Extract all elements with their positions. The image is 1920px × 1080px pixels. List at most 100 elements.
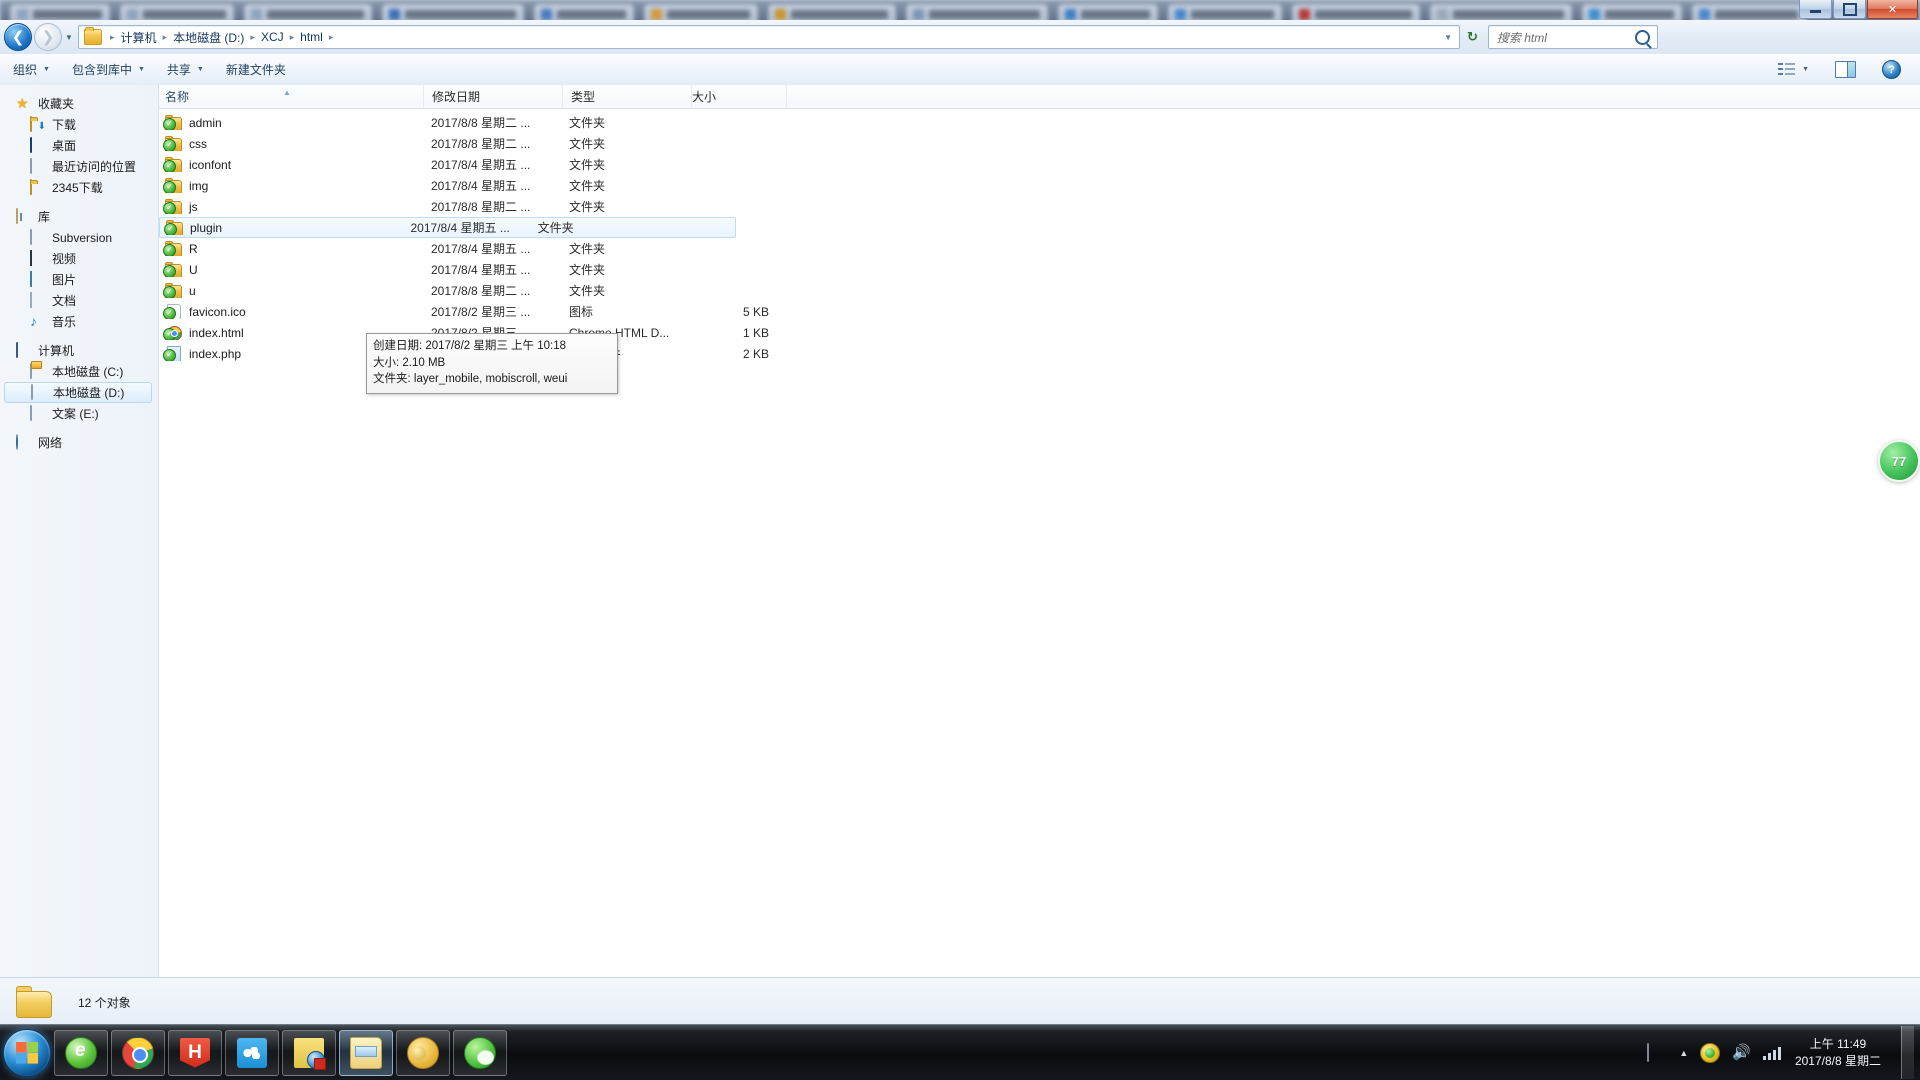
column-header-name[interactable]: 名称 ▲	[159, 85, 423, 108]
toolbar-new-folder-button[interactable]: 新建文件夹	[217, 57, 295, 82]
file-name-cell[interactable]: ✓ img	[159, 178, 423, 193]
taskbar-button-tortoise-svn[interactable]	[282, 1029, 336, 1076]
taskbar-button-browser-360[interactable]	[54, 1029, 108, 1076]
table-row[interactable]: ✓ plugin 2017/8/4 星期五 ... 文件夹	[159, 217, 736, 238]
sidebar-item-文档[interactable]: 文档	[0, 290, 158, 311]
taskbar-button-winrar[interactable]	[396, 1029, 450, 1076]
sidebar-item-本地磁盘-d-[interactable]: 本地磁盘 (D:)	[4, 382, 152, 403]
sidebar-item-文案-e-[interactable]: 文案 (E:)	[0, 403, 158, 424]
sidebar-item-视频[interactable]: 视频	[0, 248, 158, 269]
restore-button[interactable]	[1833, 0, 1866, 19]
breadcrumb-item-1[interactable]: 本地磁盘 (D:)	[171, 29, 246, 46]
show-desktop-button[interactable]	[1901, 1026, 1914, 1079]
chrome-file-icon: ✓	[163, 325, 182, 340]
file-list-pane[interactable]: 名称 ▲ 修改日期 类型 大小 ✓ admin 2017/8/8 星期二 ... 文件…	[159, 85, 1920, 977]
sidebar-item-下载[interactable]: ⬇ 下载	[0, 114, 158, 135]
breadcrumb-item-3[interactable]: html	[298, 30, 325, 44]
volume-icon[interactable]: 🔊	[1732, 1045, 1751, 1060]
sidebar-item-本地磁盘-c-[interactable]: 本地磁盘 (C:)	[0, 361, 158, 382]
window-body: ★ 收藏夹 ⬇ 下载 桌面 最近访问的位置 2345下载库 Subversion 视频 图片 文档 ♪…	[0, 85, 1920, 985]
sidebar-group-计算机[interactable]: 计算机	[0, 340, 158, 361]
taskbar: H ▲ 🔊 上午 11:49 2017/8/8 星期二	[0, 1024, 1920, 1080]
toolbar-organize-button[interactable]: 组织 ▼	[4, 57, 59, 82]
breadcrumb-item-2[interactable]: XCJ	[259, 30, 286, 44]
float-ball-widget[interactable]: 77	[1878, 440, 1920, 482]
taskbar-button-explorer[interactable]	[339, 1029, 393, 1076]
chevron-up-icon[interactable]: ▲	[1679, 1048, 1688, 1058]
sidebar-item-桌面[interactable]: 桌面	[0, 135, 158, 156]
minimize-button[interactable]	[1799, 0, 1832, 19]
search-input[interactable]: 搜索 html	[1489, 29, 1547, 46]
table-row[interactable]: ✓ admin 2017/8/8 星期二 ... 文件夹	[159, 112, 1920, 133]
file-name-cell[interactable]: ✓ css	[159, 136, 423, 151]
table-row[interactable]: ✓ favicon.ico 2017/8/2 星期三 ... 图标 5 KB	[159, 301, 1920, 322]
file-name-cell[interactable]: ✓ js	[159, 199, 423, 214]
file-name-cell[interactable]: ✓ u	[159, 283, 423, 298]
column-header-size[interactable]: 大小	[691, 85, 786, 108]
ico-file-icon: ✓	[163, 304, 182, 319]
sidebar-item-label: 本地磁盘 (D:)	[53, 386, 125, 400]
explorer-window: ✕ ❮ ❯ ▼ ▸ 计算机 ▸ 本地磁盘 (D:) ▸ XCJ ▸ html ▸…	[0, 0, 1920, 1026]
preview-pane-button[interactable]	[1826, 57, 1865, 82]
keyboard-icon[interactable]	[1647, 1042, 1667, 1062]
taskbar-button-chrome[interactable]	[111, 1029, 165, 1076]
refresh-button[interactable]: ↻	[1460, 29, 1485, 45]
toolbar-share-button[interactable]: 共享 ▼	[158, 57, 213, 82]
view-list-icon	[1778, 62, 1796, 77]
table-row[interactable]: ✓ iconfont 2017/8/4 星期五 ... 文件夹	[159, 154, 1920, 175]
star-icon: ★	[16, 95, 29, 111]
sidebar-group-收藏夹[interactable]: ★ 收藏夹	[0, 93, 158, 114]
recent-pages-button[interactable]: ▼	[62, 24, 76, 50]
file-name-cell[interactable]: ✓ favicon.ico	[159, 304, 423, 319]
taskbar-button-baidu-netdisk[interactable]	[225, 1029, 279, 1076]
column-header-date[interactable]: 修改日期	[423, 85, 562, 108]
address-bar[interactable]: ▸ 计算机 ▸ 本地磁盘 (D:) ▸ XCJ ▸ html ▸ ▼	[78, 25, 1460, 49]
table-row[interactable]: ✓ css 2017/8/8 星期二 ... 文件夹	[159, 133, 1920, 154]
file-name-cell[interactable]: ✓ plugin	[160, 220, 403, 235]
sidebar-group-网络[interactable]: 网络	[0, 432, 158, 453]
file-name-cell[interactable]: ✓ R	[159, 241, 423, 256]
php-file-icon: ✓	[163, 346, 182, 361]
forward-button[interactable]: ❯	[34, 23, 62, 51]
sidebar-item-subversion[interactable]: Subversion	[0, 227, 158, 248]
network-signal-icon[interactable]	[1762, 1046, 1781, 1060]
tooltip-line: 大小: 2.10 MB	[373, 356, 446, 369]
file-date-cell: 2017/8/8 星期二 ...	[431, 284, 531, 298]
table-row[interactable]: ✓ img 2017/8/4 星期五 ... 文件夹	[159, 175, 1920, 196]
address-dropdown-button[interactable]: ▼	[1437, 33, 1459, 42]
taskbar-button-hbuilder[interactable]: H	[168, 1029, 222, 1076]
security-shield-icon[interactable]	[1700, 1042, 1721, 1063]
drive-icon	[31, 384, 47, 400]
folder-icon	[84, 27, 102, 45]
sidebar-item-2345下载[interactable]: 2345下载	[0, 177, 158, 198]
sidebar-item-最近访问的位置[interactable]: 最近访问的位置	[0, 156, 158, 177]
change-view-button[interactable]: ▼	[1769, 58, 1818, 81]
sidebar-group-库[interactable]: 库	[0, 206, 158, 227]
column-header-type[interactable]: 类型	[562, 85, 691, 108]
file-type-cell: 文件夹	[569, 179, 606, 193]
file-name-cell[interactable]: ✓ U	[159, 262, 423, 277]
table-row[interactable]: ✓ js 2017/8/8 星期二 ... 文件夹	[159, 196, 1920, 217]
search-box[interactable]: 搜索 html	[1487, 25, 1658, 49]
table-row[interactable]: ✓ u 2017/8/8 星期二 ... 文件夹	[159, 280, 1920, 301]
file-name-label: index.php	[189, 346, 242, 361]
sidebar-item-图片[interactable]: 图片	[0, 269, 158, 290]
close-button[interactable]: ✕	[1867, 0, 1918, 19]
file-name-cell[interactable]: ✓ iconfont	[159, 157, 423, 172]
navigation-pane[interactable]: ★ 收藏夹 ⬇ 下载 桌面 最近访问的位置 2345下载库 Subversion 视频 图片 文档 ♪…	[0, 85, 159, 985]
folder-svn-icon: ✓	[163, 262, 182, 277]
toolbar-include-in-library-button[interactable]: 包含到库中 ▼	[63, 57, 154, 82]
taskbar-button-wechat[interactable]	[453, 1029, 507, 1076]
refresh-icon: ↻	[1467, 29, 1478, 44]
breadcrumb-item-0[interactable]: 计算机	[119, 29, 159, 46]
back-button[interactable]: ❮	[4, 23, 32, 51]
file-name-cell[interactable]: ✓ admin	[159, 115, 423, 130]
file-name-label: css	[189, 136, 207, 151]
table-row[interactable]: ✓ U 2017/8/4 星期五 ... 文件夹	[159, 259, 1920, 280]
clock[interactable]: 上午 11:49 2017/8/8 星期二	[1793, 1036, 1889, 1070]
table-row[interactable]: ✓ R 2017/8/4 星期五 ... 文件夹	[159, 238, 1920, 259]
file-size-cell: 1 KB	[742, 325, 769, 340]
sidebar-item-音乐[interactable]: ♪ 音乐	[0, 311, 158, 332]
start-button[interactable]	[3, 1028, 51, 1077]
help-button[interactable]: ?	[1873, 56, 1910, 83]
